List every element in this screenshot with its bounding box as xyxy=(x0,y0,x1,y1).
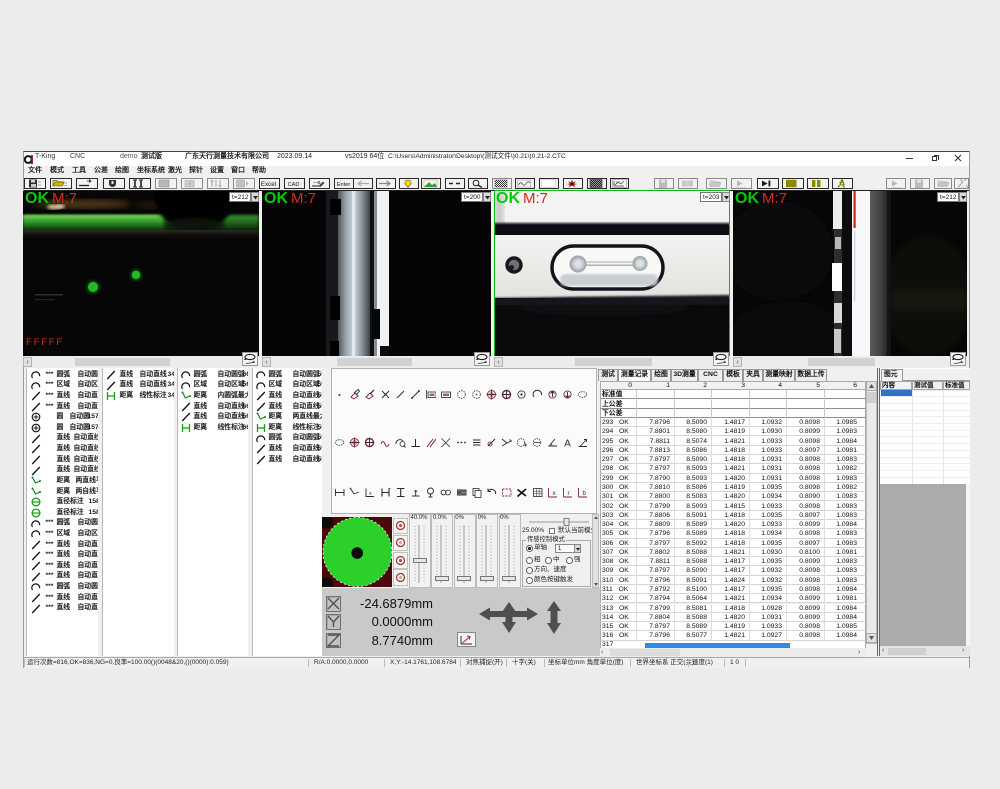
svg-text:x: x xyxy=(552,491,555,497)
svg-text:FFFFF: FFFFF xyxy=(26,337,64,348)
svg-text:Enter: Enter xyxy=(337,182,351,188)
svg-text:LC: LC xyxy=(616,180,621,184)
svg-text:Excel: Excel xyxy=(261,181,276,188)
svg-text:A: A xyxy=(564,439,571,449)
svg-text:CAD: CAD xyxy=(288,182,300,188)
svg-text:r: r xyxy=(568,491,570,497)
svg-text:x: x xyxy=(369,491,372,497)
svg-text:b: b xyxy=(583,491,587,497)
svg-text:—B: —B xyxy=(313,180,321,185)
